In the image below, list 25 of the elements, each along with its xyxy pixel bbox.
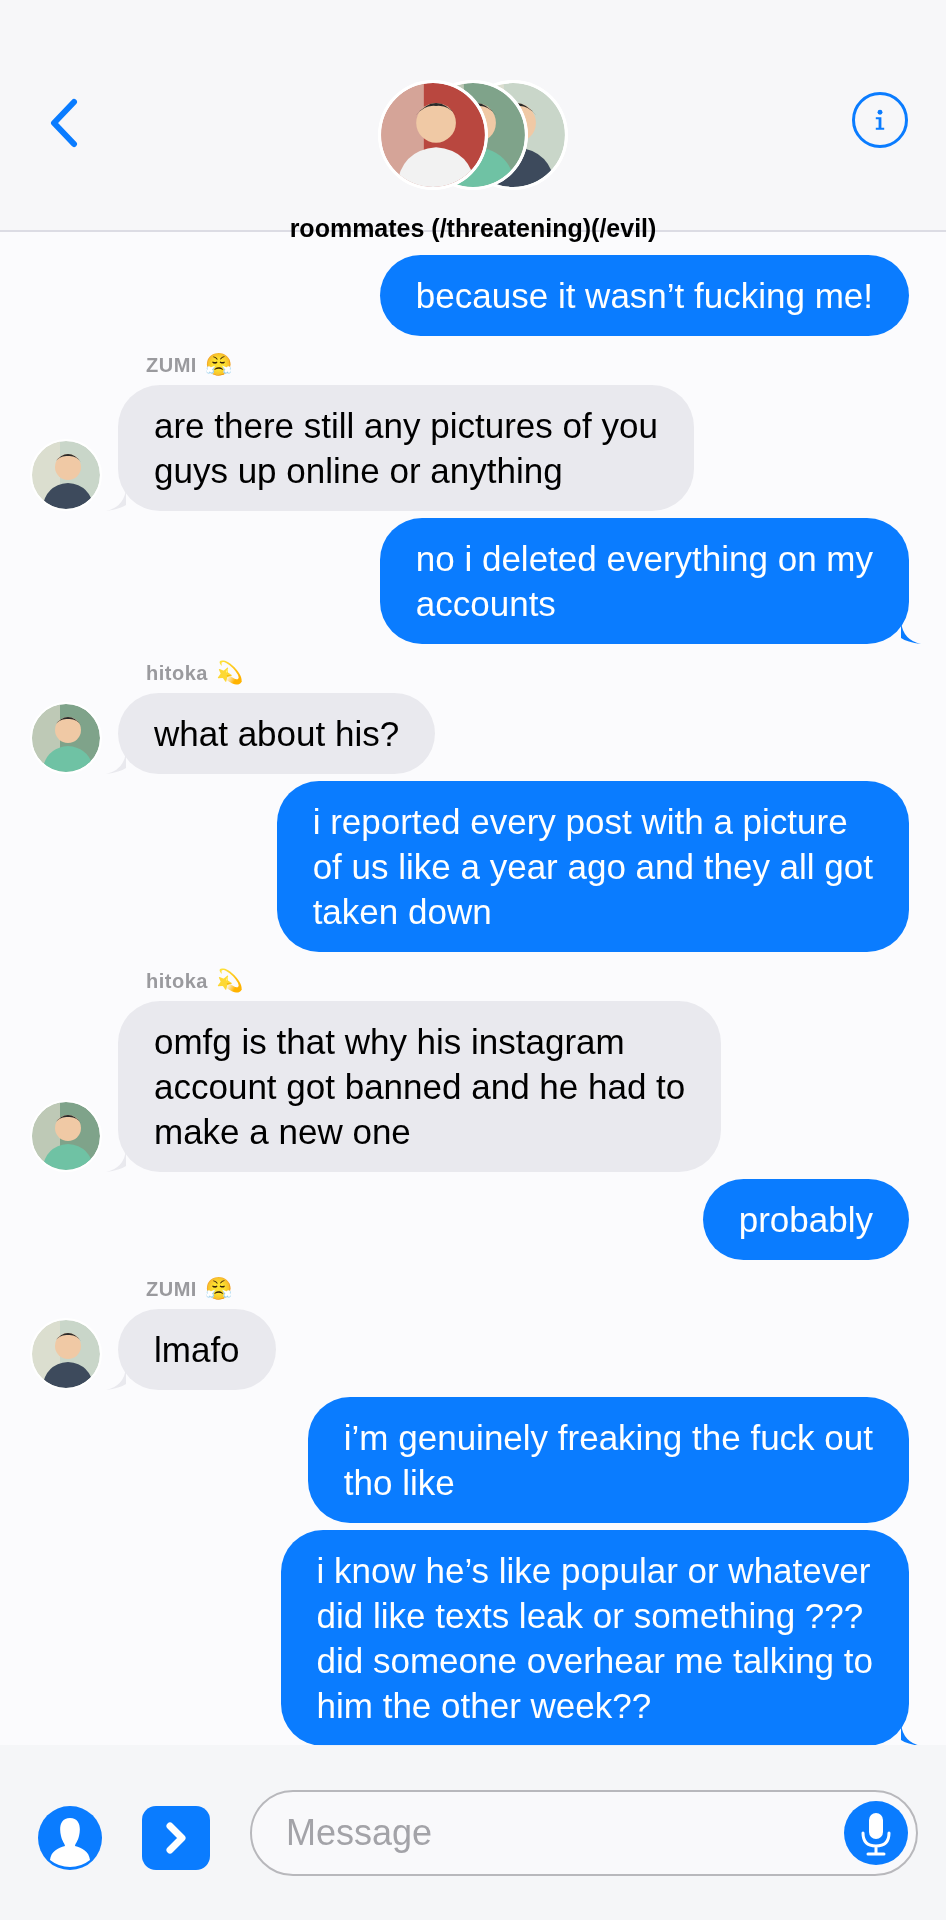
message-bubble: because it wasn’t fucking me!	[379, 255, 909, 336]
sender-name: hitoka	[146, 660, 208, 686]
sender-emoji: 😤	[204, 1275, 232, 1303]
microphone-icon[interactable]	[844, 1801, 908, 1865]
sender-emoji: 😤	[204, 351, 232, 379]
back-icon[interactable]	[48, 98, 78, 148]
message-bubble: i’m genuinely freaking the fuck out tho like	[307, 1397, 909, 1523]
sender-name: hitoka	[146, 968, 208, 994]
message-bubble: i reported every post with a picture of us like a year ago and they all got taken down	[276, 781, 909, 952]
message-bubble: are there still any pictures of you guys up online or anything	[118, 385, 694, 511]
contact-icon[interactable]	[38, 1806, 102, 1870]
message-bubble: probably	[702, 1179, 909, 1260]
info-button[interactable]	[852, 92, 908, 148]
message-bubble: i know he’s like popular or whatever did like texts leak or something ??? did someone overhear me talking to him the other week??	[280, 1530, 909, 1746]
conversation-title: roommates (/threatening)(/evil)	[289, 213, 657, 244]
message-bubble: no i deleted everything on my accounts	[379, 518, 909, 644]
sender-name: ZUMI	[146, 1276, 197, 1302]
sender-emoji: 💫	[215, 659, 243, 687]
bubble-tail	[901, 622, 921, 644]
chevron-icon[interactable]	[142, 1806, 210, 1870]
message-bubble: lmafo	[118, 1309, 276, 1390]
sender-emoji: 💫	[215, 967, 243, 995]
message-bubble: what about his?	[118, 693, 436, 774]
message-bubble: omfg is that why his instagram account got banned and he had to make a new one	[118, 1001, 722, 1172]
sender-name: ZUMI	[146, 352, 197, 378]
